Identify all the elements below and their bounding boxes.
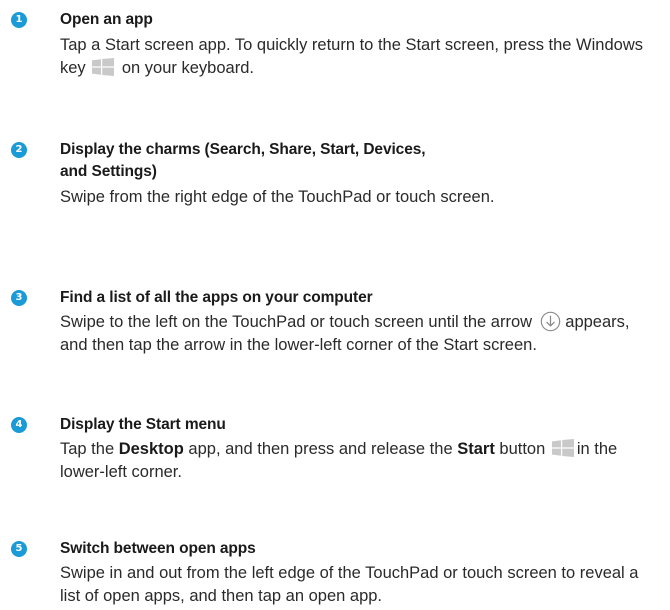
windows-logo-icon	[92, 58, 115, 76]
step-text: Swipe to the left on the TouchPad or tou…	[60, 311, 660, 357]
step-text-bold: Desktop	[118, 440, 184, 458]
step-text-part: app, and then press and release the	[188, 440, 453, 458]
windows-logo-icon	[551, 439, 574, 457]
step-title: Open an app	[60, 11, 153, 28]
step-text: Swipe in and out from the left edge of t…	[60, 564, 639, 605]
down-arrow-circle-icon	[540, 311, 560, 332]
step-text: Tap a Start screen app. To quickly retur…	[60, 34, 660, 80]
step-text-part: on your keyboard.	[121, 59, 254, 77]
step-title: Switch between open apps	[60, 540, 256, 557]
step-text-part: Swipe to the left on the TouchPad or tou…	[60, 313, 533, 331]
step-number-badge: 3	[11, 290, 27, 306]
step-number-badge: 1	[11, 12, 27, 28]
step-title: Display the charms (Search, Share, Start…	[60, 139, 426, 183]
step-text-part: Tap the	[60, 440, 115, 458]
step-title-line: and Settings)	[60, 163, 157, 180]
step-number-badge: 2	[11, 142, 27, 158]
step-text: Swipe from the right edge of the TouchPa…	[60, 188, 495, 206]
step-number-badge: 5	[11, 541, 27, 557]
step-text-bold: Start	[457, 440, 495, 458]
step-text: Tap the Desktop app, and then press and …	[60, 438, 660, 484]
step-title: Find a list of all the apps on your comp…	[60, 289, 373, 306]
step-title: Display the Start menu	[60, 416, 226, 433]
step-number-badge: 4	[11, 417, 27, 433]
step-text-part: button	[499, 440, 546, 458]
step-title-line: Display the charms (Search, Share, Start…	[60, 141, 426, 158]
